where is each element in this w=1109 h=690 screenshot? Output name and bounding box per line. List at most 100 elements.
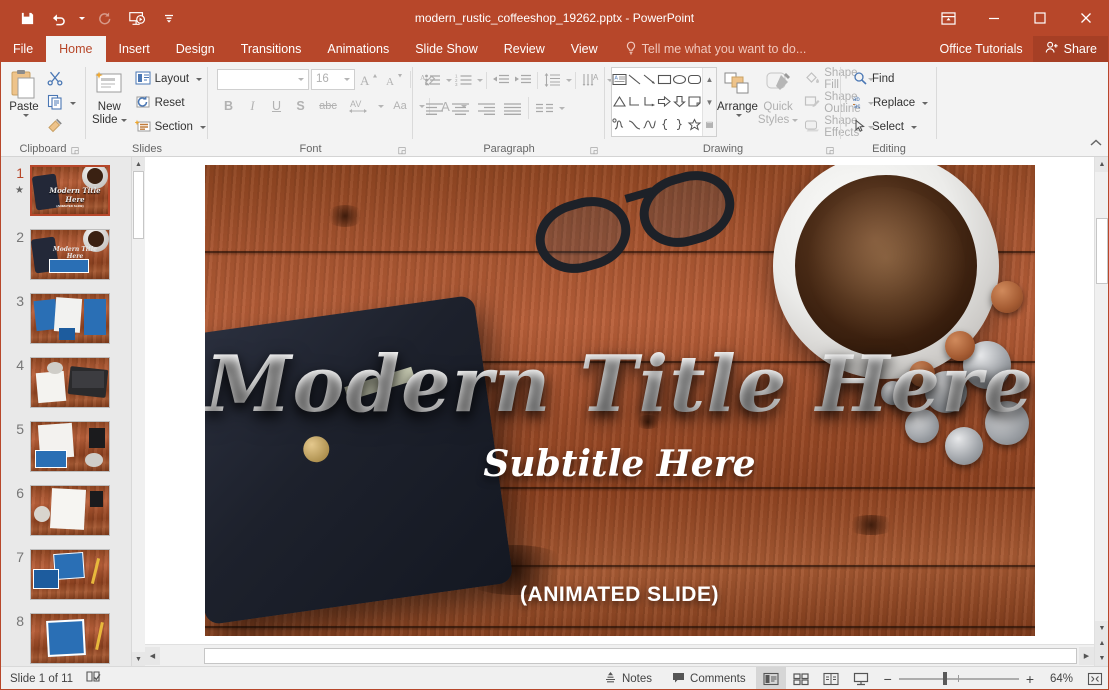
slide-thumbnail-7[interactable]: 7 [0, 549, 131, 603]
tab-file[interactable]: File [0, 36, 46, 62]
previous-slide-icon[interactable]: ▲ [1095, 636, 1109, 651]
scrollbar-track[interactable] [132, 171, 145, 652]
slide-thumbnail-8[interactable]: 8 [0, 613, 131, 666]
down-arrow-shape-icon[interactable] [672, 91, 687, 114]
shapes-gallery[interactable]: A [611, 67, 717, 137]
vertical-scrollbar-thumb[interactable] [1096, 218, 1108, 284]
tab-insert[interactable]: Insert [106, 36, 163, 62]
font-size-combobox[interactable]: 16 [311, 69, 355, 90]
replace-button[interactable]: abac Replace [849, 91, 932, 115]
next-slide-icon[interactable]: ▼ [1095, 651, 1109, 666]
vertical-scrollbar-track[interactable] [1095, 172, 1109, 621]
layout-dropdown-icon[interactable] [196, 78, 202, 81]
zoom-in-button[interactable]: + [1026, 671, 1034, 687]
right-brace-shape-icon[interactable] [672, 113, 687, 136]
select-button[interactable]: Select [849, 115, 932, 139]
scroll-up-icon[interactable]: ▲ [1095, 157, 1109, 172]
arrow-shape-icon[interactable] [642, 68, 657, 91]
vertical-scrollbar[interactable]: ▲ ▼ ▲ ▼ [1094, 157, 1109, 666]
font-dialog-launcher[interactable]: ◲ [397, 146, 407, 156]
horizontal-scrollbar[interactable]: ◀ ▶ [145, 644, 1094, 666]
character-spacing-dropdown-icon[interactable] [378, 105, 384, 108]
reset-button[interactable]: Reset [131, 91, 210, 115]
strikethrough-button[interactable]: abc [313, 95, 343, 117]
section-button[interactable]: Section [131, 115, 210, 139]
triangle-shape-icon[interactable] [612, 91, 627, 114]
new-slide-button[interactable]: New Slide [92, 65, 127, 127]
ribbon-display-options-icon[interactable] [925, 0, 971, 36]
account-name[interactable]: Office Tutorials [930, 42, 1033, 56]
bullets-button[interactable] [421, 69, 443, 91]
slide-thumbnail-image[interactable] [30, 613, 110, 664]
select-dropdown-icon[interactable] [911, 126, 917, 129]
slide-thumbnail-image[interactable] [30, 421, 110, 472]
arrange-dropdown-icon[interactable] [736, 114, 742, 117]
slide-title[interactable]: Modern Title Here [205, 343, 1035, 427]
drawing-dialog-launcher[interactable]: ◲ [825, 146, 835, 156]
curve-shape-icon[interactable] [627, 113, 642, 136]
cut-button[interactable] [43, 67, 80, 91]
character-spacing-button[interactable]: AV [344, 95, 374, 117]
slide-animated-note[interactable]: (ANIMATED SLIDE) [205, 583, 1035, 607]
slide-thumbnail-image[interactable] [30, 293, 110, 344]
scroll-right-icon[interactable]: ▶ [1079, 647, 1094, 665]
notes-button[interactable]: Notes [594, 667, 662, 690]
underline-button[interactable]: U [265, 95, 288, 117]
quick-styles-button[interactable]: Quick Styles [758, 65, 798, 127]
tab-review[interactable]: Review [491, 36, 558, 62]
star-shape-icon[interactable] [687, 113, 702, 136]
scrollbar-thumb[interactable] [133, 171, 144, 239]
comments-button[interactable]: Comments [662, 667, 756, 690]
copy-button[interactable] [43, 91, 80, 115]
zoom-level[interactable]: 64% [1041, 673, 1073, 685]
text-box-shape-icon[interactable]: A [612, 68, 627, 91]
change-case-button[interactable]: Aa [385, 95, 415, 117]
rectangle-shape-icon[interactable] [657, 68, 672, 91]
undo-icon[interactable] [44, 5, 74, 31]
justify-button[interactable] [499, 97, 525, 119]
format-painter-button[interactable] [43, 115, 80, 139]
slide-thumbnail-image[interactable] [30, 485, 110, 536]
slide-thumbnail-2[interactable]: 2 Modern Title Here [0, 229, 131, 283]
freeform-shape-icon[interactable] [642, 113, 657, 136]
shapes-scroll-up-icon[interactable]: ▲ [703, 68, 716, 91]
find-button[interactable]: Find [849, 67, 932, 91]
bold-button[interactable]: B [217, 95, 240, 117]
columns-dropdown-icon[interactable] [559, 107, 565, 110]
slide-thumbnail-image[interactable] [30, 549, 110, 600]
line-spacing-button[interactable] [541, 69, 563, 91]
elbow-connector-shape-icon[interactable] [627, 91, 642, 114]
align-right-button[interactable] [473, 97, 499, 119]
right-arrow-shape-icon[interactable] [657, 91, 672, 114]
current-slide[interactable]: Modern Title Here Subtitle Here (ANIMATE… [205, 165, 1035, 636]
scroll-down-icon[interactable]: ▼ [1095, 621, 1109, 636]
horizontal-scrollbar-thumb[interactable] [204, 648, 1077, 664]
shapes-more-icon[interactable]: ▤ [703, 113, 716, 136]
left-brace-shape-icon[interactable] [657, 113, 672, 136]
normal-view-button[interactable] [756, 667, 786, 690]
collapse-ribbon-button[interactable] [1089, 136, 1103, 154]
redo-icon[interactable] [90, 5, 120, 31]
decrease-indent-button[interactable] [490, 69, 512, 91]
slide-counter[interactable]: Slide 1 of 11 [10, 673, 73, 685]
paste-dropdown-icon[interactable] [23, 114, 29, 117]
section-dropdown-icon[interactable] [200, 126, 206, 129]
copy-dropdown-icon[interactable] [70, 102, 76, 105]
line-shape-icon[interactable] [627, 68, 642, 91]
minimize-icon[interactable] [971, 0, 1017, 36]
text-shadow-button[interactable]: S [289, 95, 312, 117]
slide-thumbnail-image[interactable]: Modern Title Here [30, 229, 110, 280]
slide-thumbnail-3[interactable]: 3 [0, 293, 131, 347]
shapes-scroll-down-icon[interactable]: ▼ [703, 91, 716, 114]
italic-button[interactable]: I [241, 95, 264, 117]
numbering-button[interactable]: 123 [452, 69, 474, 91]
fit-slide-to-window-button[interactable] [1081, 672, 1109, 686]
slide-thumbnail-6[interactable]: 6 [0, 485, 131, 539]
tab-home[interactable]: Home [46, 36, 105, 62]
clipboard-dialog-launcher[interactable]: ◲ [70, 146, 80, 156]
arrange-button[interactable]: Arrange [717, 65, 758, 117]
folded-corner-shape-icon[interactable] [687, 91, 702, 114]
text-direction-button[interactable]: A [579, 69, 604, 91]
tab-animations[interactable]: Animations [314, 36, 402, 62]
elbow-arrow-connector-shape-icon[interactable] [642, 91, 657, 114]
